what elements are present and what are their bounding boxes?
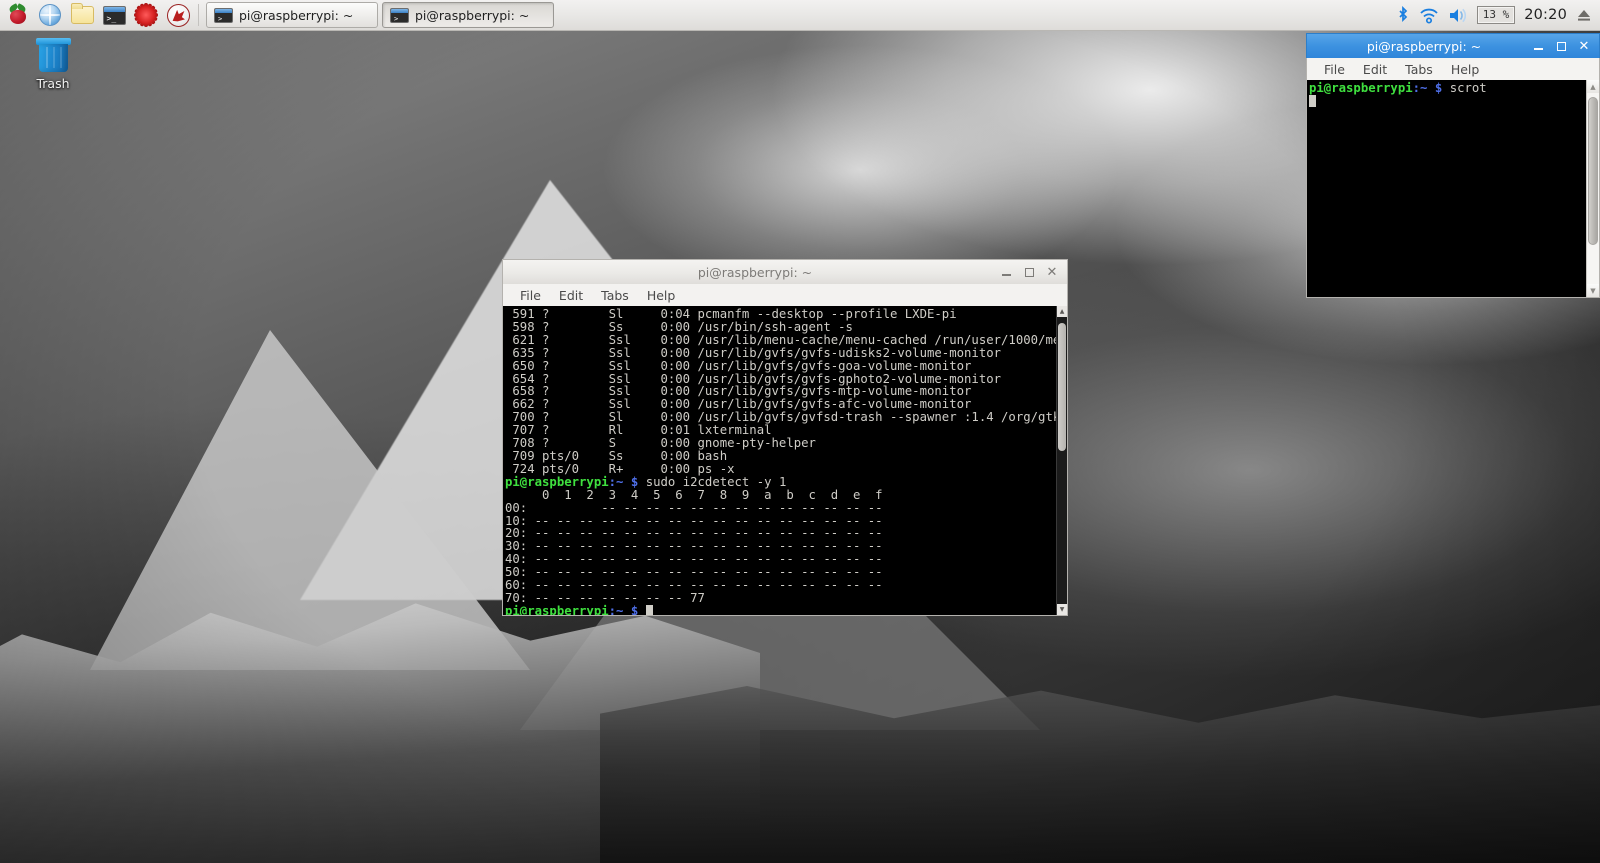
wolfram-launcher[interactable]: [131, 1, 161, 29]
maximize-button[interactable]: [1554, 39, 1568, 53]
system-tray: 13 % 20:20: [1396, 6, 1600, 25]
taskbar-separator: [198, 4, 199, 26]
wifi-icon[interactable]: [1419, 7, 1439, 24]
clock[interactable]: 20:20: [1524, 7, 1567, 23]
web-browser-launcher[interactable]: [35, 1, 65, 29]
folder-icon: [71, 6, 94, 24]
titlebar[interactable]: pi@raspberrypi: ~ ✕: [1306, 33, 1600, 58]
menubar: File Edit Tabs Help: [502, 284, 1068, 306]
menu-tabs[interactable]: Tabs: [592, 286, 638, 305]
minimize-button[interactable]: [999, 265, 1013, 279]
close-button[interactable]: ✕: [1577, 39, 1591, 53]
eject-icon[interactable]: [1576, 7, 1592, 23]
menu-button[interactable]: [3, 1, 33, 29]
mathematica-icon: [167, 4, 190, 27]
desktop-icon-trash[interactable]: Trash: [18, 36, 88, 91]
scrollbar-thumb[interactable]: [1058, 323, 1066, 451]
window-title: pi@raspberrypi: ~: [511, 265, 999, 280]
wallpaper-peak: [90, 330, 530, 670]
window-list: >_ pi@raspberrypi: ~ >_ pi@raspberrypi: …: [206, 2, 554, 28]
menu-tabs[interactable]: Tabs: [1396, 60, 1442, 79]
menu-edit[interactable]: Edit: [1354, 60, 1396, 79]
window-controls: ✕: [1531, 39, 1595, 53]
scroll-down-icon[interactable]: ▼: [1057, 604, 1068, 615]
window-controls: ✕: [999, 265, 1063, 279]
menu-help[interactable]: Help: [1442, 60, 1489, 79]
launcher-row: >_: [0, 1, 193, 29]
window-title: pi@raspberrypi: ~: [1317, 39, 1531, 54]
scrollbar-track[interactable]: [1057, 317, 1068, 604]
terminal-scrollbar[interactable]: ▲ ▼: [1056, 306, 1067, 615]
scroll-down-icon[interactable]: ▼: [1587, 284, 1600, 297]
scrollbar-thumb[interactable]: [1588, 97, 1598, 245]
wolfram-starburst-icon: [134, 3, 158, 27]
minimize-button[interactable]: [1531, 39, 1545, 53]
menu-edit[interactable]: Edit: [550, 286, 592, 305]
terminal-icon: >_: [103, 6, 126, 25]
volume-icon[interactable]: [1448, 7, 1468, 24]
mathematica-launcher[interactable]: [163, 1, 193, 29]
menu-help[interactable]: Help: [638, 286, 685, 305]
terminal-output[interactable]: pi@raspberrypi:~ $ scrot: [1307, 80, 1586, 297]
taskbar-window-button-1[interactable]: >_ pi@raspberrypi: ~: [206, 2, 378, 28]
taskbar: >_ >_ pi@raspberrypi: ~ >_: [0, 0, 1600, 31]
globe-icon: [39, 4, 61, 26]
terminal-launcher[interactable]: >_: [99, 1, 129, 29]
scrollbar-track[interactable]: [1587, 93, 1600, 284]
terminal-body[interactable]: 591 ? Sl 0:04 pcmanfm --desktop --profil…: [502, 306, 1068, 616]
scroll-up-icon[interactable]: ▲: [1057, 306, 1068, 317]
scroll-up-icon[interactable]: ▲: [1587, 80, 1600, 93]
terminal-output[interactable]: 591 ? Sl 0:04 pcmanfm --desktop --profil…: [503, 306, 1056, 615]
trash-bin-icon: [35, 36, 72, 73]
menu-file[interactable]: File: [511, 286, 550, 305]
cpu-monitor[interactable]: 13 %: [1477, 6, 1516, 24]
titlebar[interactable]: pi@raspberrypi: ~ ✕: [502, 259, 1068, 284]
terminal-window-main[interactable]: pi@raspberrypi: ~ ✕ File Edit Tabs Help …: [502, 259, 1068, 616]
terminal-icon: >_: [390, 8, 409, 23]
close-button[interactable]: ✕: [1045, 265, 1059, 279]
taskbar-window-button-2[interactable]: >_ pi@raspberrypi: ~: [382, 2, 554, 28]
terminal-scrollbar[interactable]: ▲ ▼: [1586, 80, 1599, 297]
taskbar-window-label: pi@raspberrypi: ~: [239, 8, 353, 23]
terminal-body[interactable]: pi@raspberrypi:~ $ scrot ▲ ▼: [1306, 80, 1600, 298]
menu-file[interactable]: File: [1315, 60, 1354, 79]
raspberry-icon: [5, 2, 31, 28]
taskbar-window-label: pi@raspberrypi: ~: [415, 8, 529, 23]
desktop-icon-label: Trash: [36, 76, 69, 91]
menubar: File Edit Tabs Help: [1306, 58, 1600, 80]
file-manager-launcher[interactable]: [67, 1, 97, 29]
terminal-window-secondary[interactable]: pi@raspberrypi: ~ ✕ File Edit Tabs Help …: [1306, 33, 1600, 298]
maximize-button[interactable]: [1022, 265, 1036, 279]
terminal-icon: >_: [214, 8, 233, 23]
bluetooth-icon[interactable]: [1396, 6, 1410, 25]
